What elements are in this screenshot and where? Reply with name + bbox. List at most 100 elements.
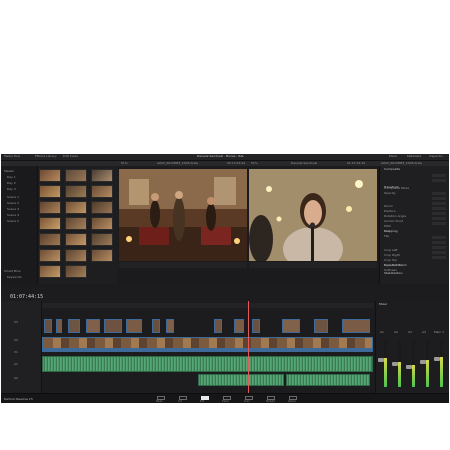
inspector-value[interactable] <box>432 222 446 225</box>
video-clip[interactable] <box>44 319 52 333</box>
source-viewer[interactable] <box>119 169 247 261</box>
page-fairlight-label[interactable]: Fairlight <box>266 400 275 403</box>
inspector-value[interactable] <box>432 207 446 210</box>
smart-bins-header[interactable]: Smart Bins <box>4 270 20 273</box>
clip-thumbnail[interactable] <box>91 233 113 246</box>
fader-knob[interactable] <box>420 360 426 364</box>
video-clip[interactable] <box>68 319 80 333</box>
inspector-section[interactable]: Composite <box>384 168 400 171</box>
inspector-value[interactable] <box>432 251 446 254</box>
inspector-section[interactable]: Dynamic Zoom <box>384 264 407 267</box>
metadata-tab[interactable]: Metadata <box>407 155 421 158</box>
inspector-value[interactable] <box>432 174 446 177</box>
bin-item[interactable]: Scene 2 <box>7 202 19 205</box>
timeline-viewer[interactable] <box>249 169 377 261</box>
effects-library-tab[interactable]: Effects Library <box>35 155 57 158</box>
video-clip[interactable] <box>314 319 328 333</box>
inspector-value[interactable] <box>432 241 446 244</box>
clip-thumbnail[interactable] <box>39 233 61 246</box>
audio-clip-a1[interactable] <box>42 356 373 372</box>
fader-knob[interactable] <box>434 357 440 361</box>
track-label-v3[interactable]: V3 <box>14 321 18 324</box>
media-pool-tab[interactable]: Media Pool <box>4 155 20 158</box>
video-clip[interactable] <box>342 319 370 333</box>
clip-thumbnail[interactable] <box>39 217 61 230</box>
track-label-v2[interactable]: V2 <box>14 339 18 342</box>
inspector-value[interactable] <box>432 236 446 239</box>
inspector-value[interactable] <box>432 197 446 200</box>
timeline-transport[interactable] <box>249 262 377 268</box>
clip-thumbnail[interactable] <box>91 201 113 214</box>
video-clip[interactable] <box>166 319 174 333</box>
track-label-a2[interactable]: A2 <box>14 377 18 380</box>
source-zoom[interactable]: 51% <box>121 162 128 165</box>
source-transport[interactable] <box>119 262 247 268</box>
track-label-a1[interactable]: A1 <box>14 363 18 366</box>
page-media-label[interactable]: Media <box>156 400 163 403</box>
video-clip[interactable] <box>282 319 300 333</box>
video-clip[interactable] <box>252 319 260 333</box>
video-clip[interactable] <box>126 319 142 333</box>
video-clip[interactable] <box>234 319 244 333</box>
playhead[interactable] <box>248 301 249 393</box>
bin-item[interactable]: Day 2 <box>7 182 16 185</box>
bin-item[interactable]: Keywords <box>7 276 21 279</box>
bin-item[interactable]: Scene 4 <box>7 214 19 217</box>
bin-item[interactable]: Scene 3 <box>7 208 19 211</box>
clip-thumbnail[interactable] <box>91 169 113 182</box>
clip-thumbnail[interactable] <box>39 201 61 214</box>
inspector-value[interactable] <box>432 192 446 195</box>
bin-item[interactable]: Scene 5 <box>7 220 19 223</box>
audio-clip-a2[interactable] <box>198 374 284 386</box>
timeline-tracks[interactable] <box>42 301 373 393</box>
fader-knob[interactable] <box>392 362 398 366</box>
video-clip[interactable] <box>86 319 100 333</box>
clip-thumbnail[interactable] <box>91 217 113 230</box>
mixer-tab[interactable]: Mixer <box>389 155 397 158</box>
fader-knob[interactable] <box>378 358 384 362</box>
edit-index-tab[interactable]: Edit Index <box>63 155 78 158</box>
inspector-section[interactable]: Transform <box>384 186 399 189</box>
inspector-value[interactable] <box>432 179 446 182</box>
inspector-section[interactable]: Cropping <box>384 230 398 233</box>
audio-clip-a2[interactable] <box>286 374 370 386</box>
fader-knob[interactable] <box>406 365 412 369</box>
inspector-value[interactable] <box>432 212 446 215</box>
clip-thumbnail[interactable] <box>65 201 87 214</box>
clip-thumbnail[interactable] <box>65 233 87 246</box>
bin-item[interactable]: Master <box>4 170 14 173</box>
inspector-value[interactable] <box>432 246 446 249</box>
clip-thumbnail[interactable] <box>91 185 113 198</box>
clip-thumbnail[interactable] <box>65 217 87 230</box>
timeline-zoom[interactable]: 51% <box>251 162 258 165</box>
video-track-v1[interactable] <box>42 337 373 349</box>
clip-thumbnail[interactable] <box>39 265 61 278</box>
video-clip[interactable] <box>56 319 62 333</box>
clip-thumbnail[interactable] <box>65 169 87 182</box>
clip-thumbnail[interactable] <box>91 249 113 262</box>
bin-item[interactable]: Scene 1 <box>7 196 19 199</box>
inspector-value[interactable] <box>432 217 446 220</box>
clip-thumbnail[interactable] <box>39 185 61 198</box>
page-edit-label[interactable]: Edit <box>200 400 204 403</box>
inspector-value[interactable] <box>432 256 446 259</box>
page-color-label[interactable]: Color <box>244 400 250 403</box>
video-clip[interactable] <box>152 319 160 333</box>
inspector-value[interactable] <box>432 202 446 205</box>
page-fusion-label[interactable]: Fusion <box>222 400 229 403</box>
track-label-v1[interactable]: V1 <box>14 351 18 354</box>
clip-thumbnail[interactable] <box>65 249 87 262</box>
clip-thumbnail[interactable] <box>39 249 61 262</box>
inspector-section[interactable]: Stabilization <box>384 272 402 275</box>
video-clip[interactable] <box>104 319 122 333</box>
clip-thumbnail[interactable] <box>65 185 87 198</box>
clip-thumbnail[interactable] <box>39 169 61 182</box>
resolve-window: Media Pool Effects Library Edit Index Da… <box>1 154 449 301</box>
page-deliver-label[interactable]: Deliver <box>288 400 296 403</box>
video-clip[interactable] <box>214 319 222 333</box>
page-cut-label[interactable]: Cut <box>178 400 182 403</box>
bin-item[interactable]: Day 1 <box>7 176 16 179</box>
inspector-tab[interactable]: Inspector <box>429 155 443 158</box>
bin-item[interactable]: Day 3 <box>7 188 16 191</box>
clip-thumbnail[interactable] <box>65 265 87 278</box>
